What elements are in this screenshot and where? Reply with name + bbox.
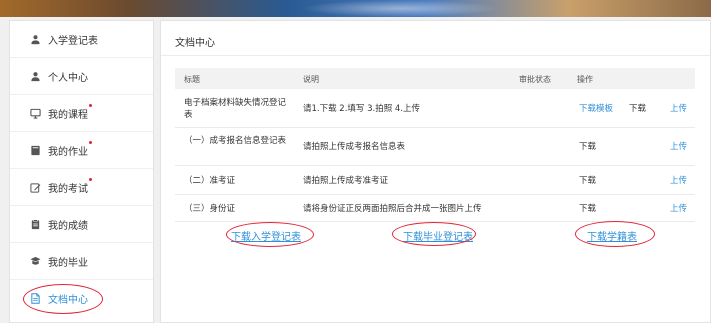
download-button[interactable]: 下载 — [579, 203, 596, 215]
banner-glow — [300, 0, 500, 17]
column-header-actions: 操作 — [577, 75, 593, 84]
page-title: 文档中心 — [175, 38, 215, 49]
row-title: 电子档案材料缺失情况登记表 — [184, 98, 287, 120]
download-template-link[interactable]: 下载模板 — [579, 103, 613, 115]
sidebar-item-label-text: 我的课程 — [48, 109, 88, 121]
download-graduation-form-link[interactable]: 下载毕业登记表 — [403, 228, 473, 243]
table-row: （二）准考证 请拍照上传成考准考证 下载 上传 — [175, 166, 695, 195]
sidebar: 入学登记表 个人中心 我的课程 我的作业 我的考试 我的成绩 我的毕业 文档中心 — [9, 20, 154, 323]
sidebar-item-my-graduation[interactable]: 我的毕业 — [10, 243, 153, 280]
sidebar-item-label: 我的成绩 — [48, 220, 88, 232]
upload-button[interactable]: 上传 — [670, 141, 687, 153]
title-divider — [161, 55, 710, 56]
person-icon — [30, 71, 41, 82]
edit-icon — [30, 182, 41, 193]
sidebar-item-enrollment-form[interactable]: 入学登记表 — [10, 21, 153, 58]
upload-button[interactable]: 上传 — [670, 203, 687, 215]
download-student-record-link[interactable]: 下载学籍表 — [587, 228, 637, 243]
sidebar-item-label: 我的考试 — [48, 177, 92, 195]
document-icon — [30, 293, 41, 304]
table-row: （三）身份证 请将身份证正反两面拍照后合并成一张图片上传 下载 上传 — [175, 195, 695, 222]
notification-dot — [89, 140, 92, 144]
top-banner — [0, 0, 711, 17]
main-panel: 文档中心 标题 说明 审批状态 操作 电子档案材料缺失情况登记表 请1.下载 2… — [160, 20, 711, 323]
row-title: （二）准考证 — [184, 176, 236, 186]
sidebar-item-document-center[interactable]: 文档中心 — [10, 280, 153, 317]
row-title: （一）成考报名信息登记表 — [184, 136, 287, 146]
row-description: 请将身份证正反两面拍照后合并成一张图片上传 — [303, 204, 482, 214]
notification-dot — [89, 103, 92, 107]
download-button[interactable]: 下载 — [579, 141, 596, 153]
sidebar-item-my-grades[interactable]: 我的成绩 — [10, 206, 153, 243]
row-description: 请1.下载 2.填写 3.拍照 4.上传 — [303, 104, 421, 114]
column-header-description: 说明 — [303, 75, 319, 84]
sidebar-item-label: 入学登记表 — [48, 35, 98, 47]
sidebar-item-my-exams[interactable]: 我的考试 — [10, 169, 153, 206]
column-header-title: 标题 — [184, 75, 200, 84]
book-icon — [30, 145, 41, 156]
download-enrollment-form-link[interactable]: 下载入学登记表 — [231, 228, 301, 243]
upload-button[interactable]: 上传 — [670, 175, 687, 187]
sidebar-item-label: 我的毕业 — [48, 257, 88, 269]
row-title: （三）身份证 — [184, 204, 236, 214]
sidebar-item-label: 我的作业 — [48, 140, 92, 158]
upload-button[interactable]: 上传 — [670, 103, 687, 115]
sidebar-item-my-courses[interactable]: 我的课程 — [10, 95, 153, 132]
table-header: 标题 说明 审批状态 操作 — [175, 68, 695, 89]
sidebar-item-label: 个人中心 — [48, 72, 88, 84]
sidebar-item-personal-center[interactable]: 个人中心 — [10, 58, 153, 95]
user-badge-icon — [30, 34, 41, 45]
column-header-status: 审批状态 — [519, 75, 551, 84]
monitor-icon — [30, 108, 41, 119]
clipboard-icon — [30, 219, 41, 230]
table-row: 电子档案材料缺失情况登记表 请1.下载 2.填写 3.拍照 4.上传 下载模板 … — [175, 89, 695, 128]
sidebar-item-label: 我的课程 — [48, 103, 92, 121]
sidebar-item-label-text: 我的考试 — [48, 183, 88, 195]
sidebar-item-label-text: 我的作业 — [48, 146, 88, 158]
notification-dot — [89, 177, 92, 181]
graduation-icon — [30, 256, 41, 267]
sidebar-item-label: 文档中心 — [48, 295, 88, 306]
row-description: 请拍照上传成考报名信息表 — [303, 142, 406, 152]
download-button[interactable]: 下载 — [579, 175, 596, 187]
sidebar-item-my-homework[interactable]: 我的作业 — [10, 132, 153, 169]
row-description: 请拍照上传成考准考证 — [303, 176, 389, 186]
table-row: （一）成考报名信息登记表 请拍照上传成考报名信息表 下载 上传 — [175, 128, 695, 166]
download-button[interactable]: 下载 — [629, 103, 646, 115]
